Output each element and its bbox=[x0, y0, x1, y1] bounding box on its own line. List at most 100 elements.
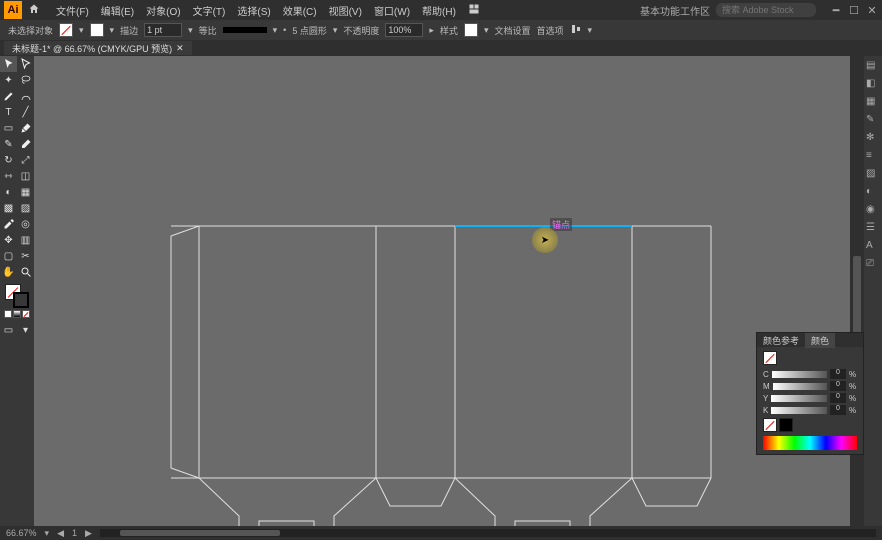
screen-mode-dropdown[interactable]: ▾ bbox=[17, 322, 34, 338]
window-maximize-icon[interactable]: ☐ bbox=[848, 4, 860, 16]
fill-swatch[interactable] bbox=[59, 23, 73, 37]
tab-close-icon[interactable]: ✕ bbox=[176, 43, 184, 54]
tool-type[interactable]: T bbox=[0, 104, 17, 120]
color-mode-none[interactable] bbox=[22, 310, 30, 318]
tool-gradient[interactable]: ▨ bbox=[17, 200, 34, 216]
home-icon[interactable] bbox=[28, 3, 42, 17]
tool-scale[interactable]: ⤢ bbox=[17, 152, 34, 168]
tool-magic-wand[interactable]: ✦ bbox=[0, 72, 17, 88]
channel-y-slider[interactable] bbox=[771, 395, 827, 402]
artboard-next-icon[interactable]: ▶ bbox=[85, 528, 92, 539]
channel-m-slider[interactable] bbox=[773, 383, 827, 390]
tool-eyedropper[interactable] bbox=[0, 216, 17, 232]
canvas[interactable]: 锚点 ➤ bbox=[34, 56, 850, 526]
menu-effect[interactable]: 效果(C) bbox=[277, 1, 323, 20]
panel-icon-align[interactable]: ⎚ bbox=[866, 258, 880, 272]
tool-eraser[interactable] bbox=[17, 136, 34, 152]
panel-icon-appearance[interactable]: ◉ bbox=[866, 204, 880, 218]
channel-c-label: C bbox=[763, 370, 769, 379]
panel-icon-layers[interactable]: ☰ bbox=[866, 222, 880, 236]
opacity-input[interactable] bbox=[385, 23, 423, 37]
tool-rotate[interactable]: ↻ bbox=[0, 152, 17, 168]
tool-shape-builder[interactable]: ◐ bbox=[0, 184, 17, 200]
preferences-button[interactable]: 首选项 bbox=[536, 24, 563, 37]
tool-mesh[interactable]: ▩ bbox=[0, 200, 17, 216]
tool-perspective[interactable]: ▦ bbox=[17, 184, 34, 200]
tool-line[interactable]: ╱ bbox=[17, 104, 34, 120]
menu-arrange-icon[interactable] bbox=[462, 1, 486, 20]
panel-icon-gradient[interactable]: ▨ bbox=[866, 168, 880, 182]
panel-icon-swatches[interactable]: ▦ bbox=[866, 96, 880, 110]
tool-shaper[interactable]: ✎ bbox=[0, 136, 17, 152]
style-swatch[interactable] bbox=[464, 23, 478, 37]
stroke-profile[interactable] bbox=[223, 27, 267, 33]
tool-symbol-sprayer[interactable]: ✥ bbox=[0, 232, 17, 248]
tool-curvature[interactable] bbox=[17, 88, 34, 104]
channel-k-slider[interactable] bbox=[771, 407, 827, 414]
artboard-prev-icon[interactable]: ◀ bbox=[57, 528, 64, 539]
menu-type[interactable]: 文字(T) bbox=[187, 1, 232, 20]
tool-column-graph[interactable]: ▥ bbox=[17, 232, 34, 248]
channel-y-value[interactable]: 0 bbox=[830, 393, 846, 403]
tool-slice[interactable]: ✂ bbox=[17, 248, 34, 264]
menu-view[interactable]: 视图(V) bbox=[323, 1, 368, 20]
scrollbar-horizontal-thumb[interactable] bbox=[120, 530, 280, 536]
search-input[interactable] bbox=[716, 3, 816, 17]
channel-c-value[interactable]: 0 bbox=[830, 369, 846, 379]
doc-setup-button[interactable]: 文档设置 bbox=[494, 24, 530, 37]
panel-icon-brushes[interactable]: ✎ bbox=[866, 114, 880, 128]
menu-object[interactable]: 对象(O) bbox=[140, 1, 186, 20]
workspace-switcher[interactable]: 基本功能工作区 bbox=[640, 3, 710, 18]
cp-none-swatch[interactable] bbox=[763, 418, 777, 432]
tool-width[interactable]: ⇿ bbox=[0, 168, 17, 184]
channel-m-label: M bbox=[763, 382, 770, 391]
panel-icon-transparency[interactable]: ◐ bbox=[866, 186, 880, 200]
color-spectrum[interactable] bbox=[763, 436, 857, 450]
cp-fill-swatch[interactable] bbox=[763, 351, 777, 365]
scrollbar-horizontal[interactable] bbox=[100, 529, 876, 537]
channel-k-value[interactable]: 0 bbox=[830, 405, 846, 415]
tool-pen[interactable] bbox=[0, 88, 17, 104]
window-close-icon[interactable]: ✕ bbox=[866, 4, 878, 16]
color-panel-tab-color[interactable]: 颜色 bbox=[805, 333, 835, 348]
stroke-indicator[interactable] bbox=[13, 292, 29, 308]
tool-blend[interactable]: ◎ bbox=[17, 216, 34, 232]
menu-edit[interactable]: 编辑(E) bbox=[95, 1, 140, 20]
menu-select[interactable]: 选择(S) bbox=[231, 1, 276, 20]
document-tab[interactable]: 未标题-1* @ 66.67% (CMYK/GPU 预览) ✕ bbox=[4, 41, 192, 55]
stroke-swatch[interactable] bbox=[90, 23, 104, 37]
tool-free-transform[interactable]: ◫ bbox=[17, 168, 34, 184]
tool-zoom[interactable] bbox=[17, 264, 34, 280]
panel-icon-type[interactable]: A bbox=[866, 240, 880, 254]
zoom-level[interactable]: 66.67% bbox=[6, 528, 37, 538]
menu-window[interactable]: 窗口(W) bbox=[368, 1, 416, 20]
panel-icon-libraries[interactable]: ◧ bbox=[866, 78, 880, 92]
panel-icon-symbols[interactable]: ✻ bbox=[866, 132, 880, 146]
color-mode-solid[interactable] bbox=[4, 310, 12, 318]
fill-stroke-indicator[interactable] bbox=[0, 284, 34, 318]
panel-icon-stroke[interactable]: ≡ bbox=[866, 150, 880, 164]
tool-lasso[interactable] bbox=[17, 72, 34, 88]
panel-icon-properties[interactable]: ▤ bbox=[866, 60, 880, 74]
color-panel-tab-guide[interactable]: 颜色参考 bbox=[757, 333, 805, 348]
stroke-weight-input[interactable] bbox=[144, 23, 182, 37]
tool-selection[interactable] bbox=[0, 56, 17, 72]
artwork-dieline bbox=[34, 56, 850, 526]
tool-paintbrush[interactable] bbox=[17, 120, 34, 136]
brush-label: 5 点圆形 bbox=[292, 24, 327, 37]
menu-file[interactable]: 文件(F) bbox=[50, 1, 95, 20]
tool-rectangle[interactable]: ▭ bbox=[0, 120, 17, 136]
align-icon[interactable] bbox=[570, 23, 582, 37]
artboard-number[interactable]: 1 bbox=[72, 528, 77, 538]
scrollbar-vertical[interactable] bbox=[850, 56, 864, 526]
window-minimize-icon[interactable]: ━ bbox=[830, 4, 842, 16]
tool-artboard[interactable]: ▢ bbox=[0, 248, 17, 264]
cp-black-swatch[interactable] bbox=[779, 418, 793, 432]
screen-mode[interactable]: ▭ bbox=[0, 322, 17, 338]
menu-help[interactable]: 帮助(H) bbox=[416, 1, 462, 20]
tool-direct-selection[interactable] bbox=[17, 56, 34, 72]
tool-hand[interactable]: ✋ bbox=[0, 264, 17, 280]
color-mode-gradient[interactable] bbox=[13, 310, 21, 318]
channel-c-slider[interactable] bbox=[772, 371, 827, 378]
channel-m-value[interactable]: 0 bbox=[830, 381, 846, 391]
